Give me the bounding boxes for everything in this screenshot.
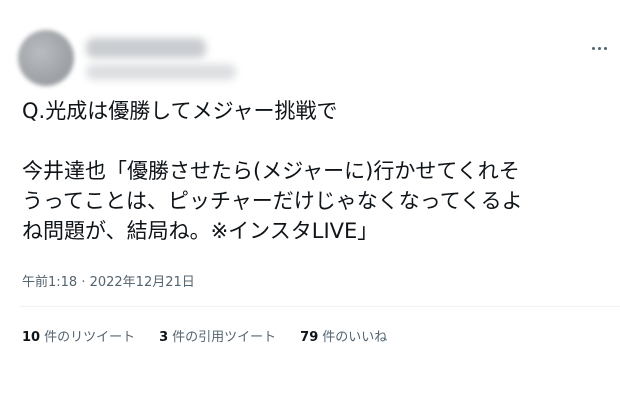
tweet-text: Q.光成は優勝してメジャー挑戦で 今井達也「優勝させたら(メジャーに)行かせてく… — [22, 96, 602, 246]
engagement-stats: 10 件のリツイート 3 件の引用ツイート 79 件のいいね — [22, 326, 387, 345]
tweet-line: Q.光成は優勝してメジャー挑戦で — [22, 99, 338, 123]
tweet-timestamp[interactable]: 午前1:18 · 2022年12月21日 — [22, 271, 195, 290]
divider — [20, 306, 620, 307]
retweets-count: 10 — [22, 330, 41, 345]
quotes-label: 件の引用ツイート — [172, 330, 277, 345]
tweet-line: ね問題が、結局ね。※インスタLIVE」 — [22, 219, 379, 243]
likes-count: 79 — [300, 330, 319, 345]
tweet-line: うってことは、ピッチャーだけじゃなくなってくるよ — [22, 189, 523, 213]
author-name-blurred[interactable] — [86, 38, 206, 58]
retweets-label: 件のリツイート — [44, 330, 136, 345]
quotes-count: 3 — [159, 330, 169, 345]
tweet-header — [0, 0, 620, 90]
likes-stat[interactable]: 79 件のいいね — [300, 326, 387, 345]
quotes-stat[interactable]: 3 件の引用ツイート — [159, 326, 276, 345]
more-horizontal-icon[interactable] — [584, 38, 614, 58]
author-handle-blurred[interactable] — [86, 64, 236, 80]
page-background — [0, 366, 620, 413]
avatar[interactable] — [18, 30, 74, 86]
likes-label: 件のいいね — [322, 330, 388, 345]
tweet-card: Q.光成は優勝してメジャー挑戦で 今井達也「優勝させたら(メジャーに)行かせてく… — [0, 0, 620, 366]
tweet-line: 今井達也「優勝させたら(メジャーに)行かせてくれそ — [22, 159, 520, 183]
retweets-stat[interactable]: 10 件のリツイート — [22, 326, 135, 345]
